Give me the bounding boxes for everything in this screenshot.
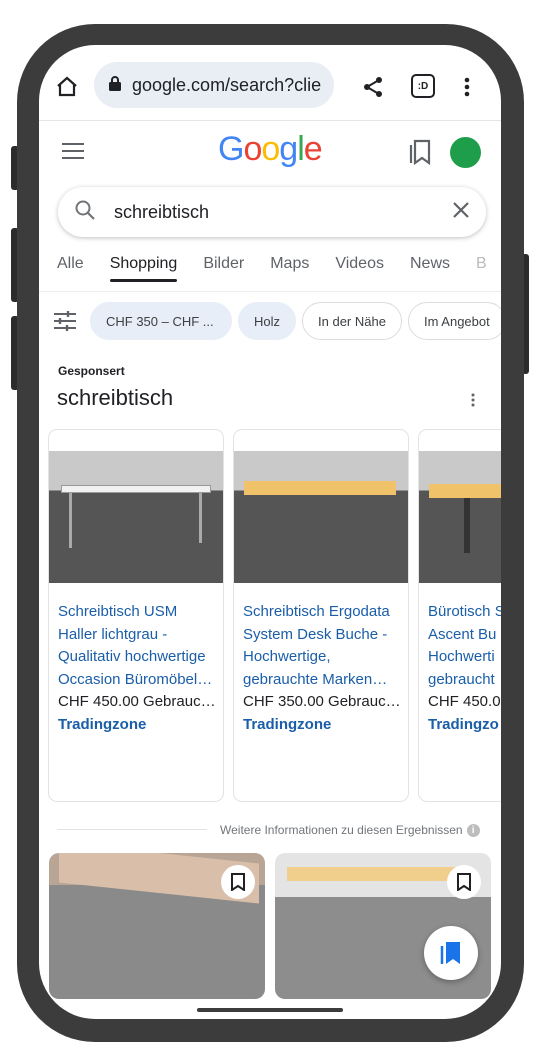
- share-icon[interactable]: [359, 73, 387, 101]
- lock-icon: [108, 75, 122, 96]
- chip-price[interactable]: CHF 350 – CHF ...: [90, 302, 232, 340]
- home-icon[interactable]: [53, 73, 81, 101]
- info-icon[interactable]: i: [466, 823, 480, 837]
- product-title-line[interactable]: Occasion Büromöbel…: [58, 669, 214, 692]
- bookmark-icon[interactable]: [447, 865, 481, 899]
- tab-more[interactable]: B: [476, 255, 487, 273]
- product-title-line[interactable]: Bürotisch S: [428, 601, 501, 624]
- product-card[interactable]: Bürotisch S Ascent Bu Hochwerti gebrauch…: [418, 429, 501, 802]
- tab-news[interactable]: News: [410, 255, 450, 273]
- more-options-icon[interactable]: [467, 390, 479, 410]
- product-image-card[interactable]: [49, 853, 265, 999]
- divider: [39, 120, 501, 121]
- chip-nearby[interactable]: In der Nähe: [302, 302, 402, 340]
- screen: google.com/search?clie :D Google schreib…: [39, 45, 501, 1019]
- product-title-line[interactable]: gebrauchte Marken…: [243, 669, 399, 692]
- product-store[interactable]: Tradingzone: [58, 714, 214, 737]
- product-title-line[interactable]: gebraucht: [428, 669, 501, 692]
- search-input[interactable]: schreibtisch: [114, 202, 452, 223]
- product-title-line[interactable]: Haller lichtgrau -: [58, 624, 214, 647]
- section-title: schreibtisch: [57, 385, 174, 410]
- saved-items-fab[interactable]: [424, 926, 478, 980]
- product-title-line[interactable]: Schreibtisch Ergodata: [243, 601, 399, 624]
- product-title-line[interactable]: Ascent Bu: [428, 624, 501, 647]
- url-text: google.com/search?clie: [132, 74, 322, 95]
- more-info-link[interactable]: Weitere Informationen zu diesen Ergebnis…: [220, 823, 480, 837]
- chip-on-sale[interactable]: Im Angebot: [407, 302, 501, 340]
- product-image: [49, 451, 223, 583]
- product-title-line[interactable]: Schreibtisch USM: [58, 601, 214, 624]
- filter-settings-icon[interactable]: [53, 309, 77, 333]
- tab-bilder[interactable]: Bilder: [203, 255, 244, 273]
- product-title-line[interactable]: Hochwerti: [428, 646, 501, 669]
- search-icon: [74, 199, 96, 226]
- sponsored-label: Gesponsert: [58, 364, 125, 378]
- product-price: CHF 450.00 Gebrauc…: [58, 693, 216, 710]
- tab-videos[interactable]: Videos: [335, 255, 384, 273]
- url-bar[interactable]: google.com/search?clie: [94, 62, 334, 108]
- saved-bookmarks-icon[interactable]: [407, 138, 433, 166]
- product-card[interactable]: Schreibtisch Ergodata System Desk Buche …: [233, 429, 409, 802]
- chip-holz[interactable]: Holz: [238, 302, 297, 340]
- divider: [57, 829, 207, 830]
- product-title-line[interactable]: System Desk Buche -: [243, 624, 399, 647]
- product-price: CHF 450.0: [428, 693, 501, 710]
- search-box[interactable]: schreibtisch: [58, 187, 486, 237]
- google-logo[interactable]: Google: [218, 130, 323, 169]
- product-store[interactable]: Tradingzone: [243, 714, 399, 737]
- product-image: [419, 451, 501, 583]
- divider: [39, 291, 501, 292]
- product-card[interactable]: Schreibtisch USM Haller lichtgrau - Qual…: [48, 429, 224, 802]
- product-title-line[interactable]: Qualitativ hochwertige: [58, 646, 214, 669]
- home-indicator[interactable]: [197, 1008, 343, 1012]
- tab-maps[interactable]: Maps: [270, 255, 309, 273]
- product-title-line[interactable]: Hochwertige,: [243, 646, 399, 669]
- more-menu-icon[interactable]: [457, 73, 477, 101]
- product-store[interactable]: Tradingzo: [428, 714, 501, 737]
- hamburger-menu-icon[interactable]: [61, 139, 85, 163]
- avatar[interactable]: [450, 137, 481, 168]
- more-info-text: Weitere Informationen zu diesen Ergebnis…: [220, 823, 463, 837]
- filter-chips: CHF 350 – CHF ... Holz In der Nähe Im An…: [90, 302, 501, 340]
- bookmark-icon[interactable]: [221, 865, 255, 899]
- tab-alle[interactable]: Alle: [57, 255, 84, 273]
- clear-icon[interactable]: [452, 201, 470, 224]
- search-tabs: Alle Shopping Bilder Maps Videos News B: [57, 255, 487, 282]
- product-price: CHF 350.00 Gebrauc…: [243, 693, 401, 710]
- tab-shopping[interactable]: Shopping: [109, 255, 177, 282]
- product-image: [234, 451, 408, 583]
- tabs-icon[interactable]: :D: [411, 74, 435, 98]
